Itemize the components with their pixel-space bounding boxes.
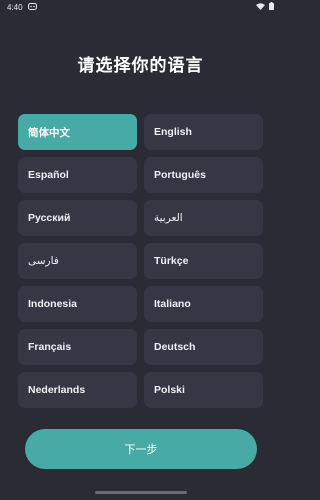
language-option[interactable]: English xyxy=(144,114,263,150)
language-grid: 简体中文 English Español Português Русский العربي… xyxy=(18,114,263,412)
language-option[interactable]: Nederlands xyxy=(18,372,137,408)
notification-icon xyxy=(27,2,37,12)
language-option[interactable]: Italiano xyxy=(144,286,263,322)
page-title: 请选择你的语言 xyxy=(77,56,204,75)
language-option[interactable]: Deutsch xyxy=(144,329,263,365)
language-option[interactable]: Français xyxy=(18,329,137,365)
language-option[interactable]: فارسی xyxy=(18,243,137,279)
language-option[interactable]: العربية xyxy=(144,200,263,236)
wifi-icon xyxy=(256,2,265,12)
status-bar: 4:40 xyxy=(0,0,281,14)
status-left: 4:40 xyxy=(7,2,37,12)
language-option[interactable]: Polski xyxy=(144,372,263,408)
next-button[interactable]: 下一步 xyxy=(25,429,257,469)
status-time: 4:40 xyxy=(7,2,23,12)
home-indicator[interactable] xyxy=(95,491,187,494)
language-option[interactable]: 简体中文 xyxy=(18,114,137,150)
language-option[interactable]: Русский xyxy=(18,200,137,236)
status-right xyxy=(256,2,274,12)
language-option[interactable]: Español xyxy=(18,157,137,193)
battery-icon xyxy=(269,2,274,12)
language-option[interactable]: Indonesia xyxy=(18,286,137,322)
language-option[interactable]: Türkçe xyxy=(144,243,263,279)
language-option[interactable]: Português xyxy=(144,157,263,193)
